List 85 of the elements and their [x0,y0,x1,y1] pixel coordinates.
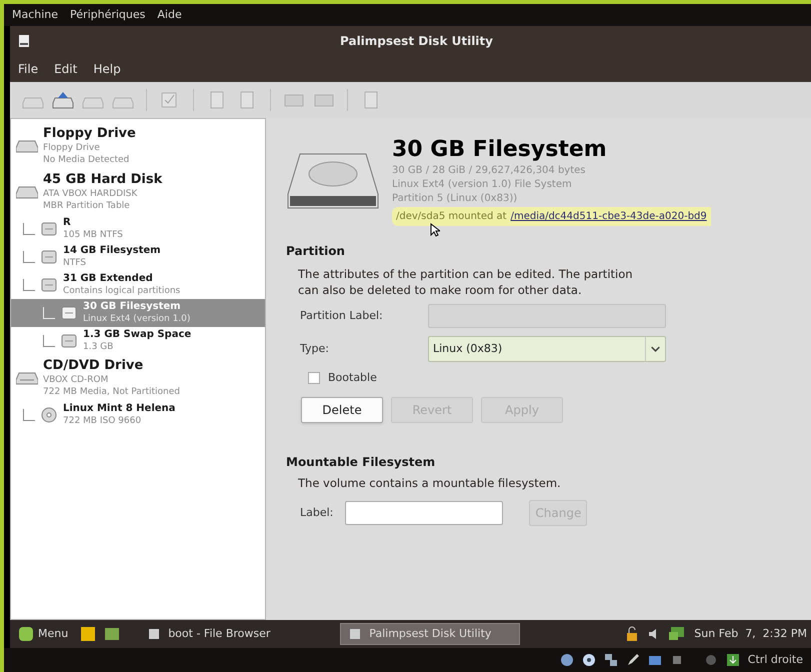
menu-item[interactable]: File [18,60,38,78]
device-detail: Contains logical partitions [63,285,180,297]
field-label: Label: [300,504,334,520]
device-tree-item[interactable]: Linux Mint 8 Helena 722 MB ISO 9660 [11,401,265,429]
device-title: 14 GB Filesystem [63,245,161,257]
pencil-icon[interactable] [626,653,640,667]
device-detail: VBOX CD-ROM [43,374,110,386]
volume-detail: Partition 5 (Linux (0x83)) [392,192,518,206]
partition-icon [61,334,77,348]
device-detail: 722 MB ISO 9660 [63,415,142,427]
arrow-down-icon[interactable] [726,653,740,667]
host-key-label: Ctrl droite [748,652,803,668]
disc-icon[interactable] [582,653,596,667]
window-icon[interactable] [18,34,30,48]
clock[interactable]: Sun Feb 7, 2:32 PM [694,626,807,642]
device-tree-item[interactable]: 45 GB Hard Disk ATA VBOX HARDDISK MBR Partition Table [11,169,265,215]
window-title: Palimpsest Disk Utility [339,33,494,50]
tree-line [23,409,35,421]
host-menu-item[interactable]: Machine [12,6,58,24]
mount-info: /dev/sda5 mounted at [396,210,507,224]
device-detail: 105 MB NTFS [63,229,123,241]
device-title: CD/DVD Drive [43,358,144,374]
volume-detail: Linux Ext4 (version 1.0) File System [392,178,573,192]
mouse-pointer-icon [430,223,440,237]
device-title: 31 GB Extended [63,273,154,285]
circle-icon[interactable] [704,653,718,667]
field-label: Partition Label: [300,308,384,324]
device-detail: ATA VBOX HARDDISK [43,188,138,200]
device-tree-item[interactable]: R 105 MB NTFS [11,215,265,243]
checkbox-label: Bootable [328,370,377,386]
drive-icon [16,139,38,153]
folder-icon[interactable] [648,653,662,667]
host-menu-item[interactable]: Périphériques [70,6,146,24]
device-title: 45 GB Hard Disk [43,172,162,188]
tree-line [43,335,55,347]
device-detail: MBR Partition Table [43,200,131,212]
section-description: The attributes of the partition can be edited. The partition can also be deleted to make room for other data. [298,266,634,298]
partition-icon [41,250,57,264]
host-menu-item[interactable]: Aide [157,6,182,24]
optical-drive-icon [16,371,38,385]
device-tree-item[interactable]: Floppy Drive Floppy Drive No Media Detected [11,123,265,169]
partition-icon [61,306,77,320]
section-heading: Partition [286,243,346,260]
device-tree-item[interactable]: 31 GB Extended Contains logical partitions [11,271,265,299]
field-label: Type: [300,340,330,357]
device-detail: Floppy Drive [43,142,101,154]
bootable-checkbox[interactable] [308,372,320,384]
device-title: 30 GB Filesystem [83,301,182,313]
taskbar-task[interactable]: boot - File Browser [140,623,320,645]
menu-item[interactable]: Help [93,60,121,78]
device-title: Floppy Drive [43,126,136,142]
device-detail: NTFS [63,257,87,269]
tree-line [23,279,35,291]
device-tree-item[interactable]: CD/DVD Drive VBOX CD-ROM 722 MB Media, Not Partitioned [11,355,265,401]
device-tree-item[interactable]: 14 GB Filesystem NTFS [11,243,265,271]
menu-item[interactable]: Edit [54,60,78,78]
tree-line [23,223,35,235]
drive-eject-icon[interactable] [52,90,74,110]
device-tree-item[interactable]: 1.3 GB Swap Space 1.3 GB [11,327,265,355]
taskbar-task[interactable]: Palimpsest Disk Utility [340,623,520,645]
device-title: Linux Mint 8 Helena [63,403,176,415]
type-dropdown[interactable]: Linux (0x83) [428,336,666,362]
disc-icon [41,407,57,423]
section-heading: Mountable Filesystem [286,454,436,470]
tree-line [43,307,55,319]
menu-button[interactable]: Menu [14,626,72,642]
device-title: 1.3 GB Swap Space [83,329,192,341]
filesystem-label-field[interactable] [345,500,504,525]
device-title: R [63,217,72,229]
volume-title: 30 GB Filesystem [392,136,608,164]
device-detail: No Media Detected [43,154,130,166]
window-icon [349,628,362,640]
device-detail: 722 MB Media, Not Partitioned [43,386,180,398]
section-description: The volume contains a mountable filesystem. [298,474,562,492]
mount-point-link[interactable]: /media/dc44d511-cbe3-43de-a020-bd9 [510,209,707,224]
volume-detail: 30 GB / 28 GiB / 29,627,426,304 bytes [392,164,587,178]
tree-line [23,251,35,263]
device-detail: Linux Ext4 (version 1.0) [83,313,190,325]
partition-label-field[interactable] [428,304,666,328]
device-detail: 1.3 GB [83,341,114,353]
partition-icon [41,222,57,236]
partition-icon [41,278,57,292]
window-icon [148,628,160,640]
drive-icon [16,185,38,199]
action-button[interactable]: Delete [301,396,383,422]
